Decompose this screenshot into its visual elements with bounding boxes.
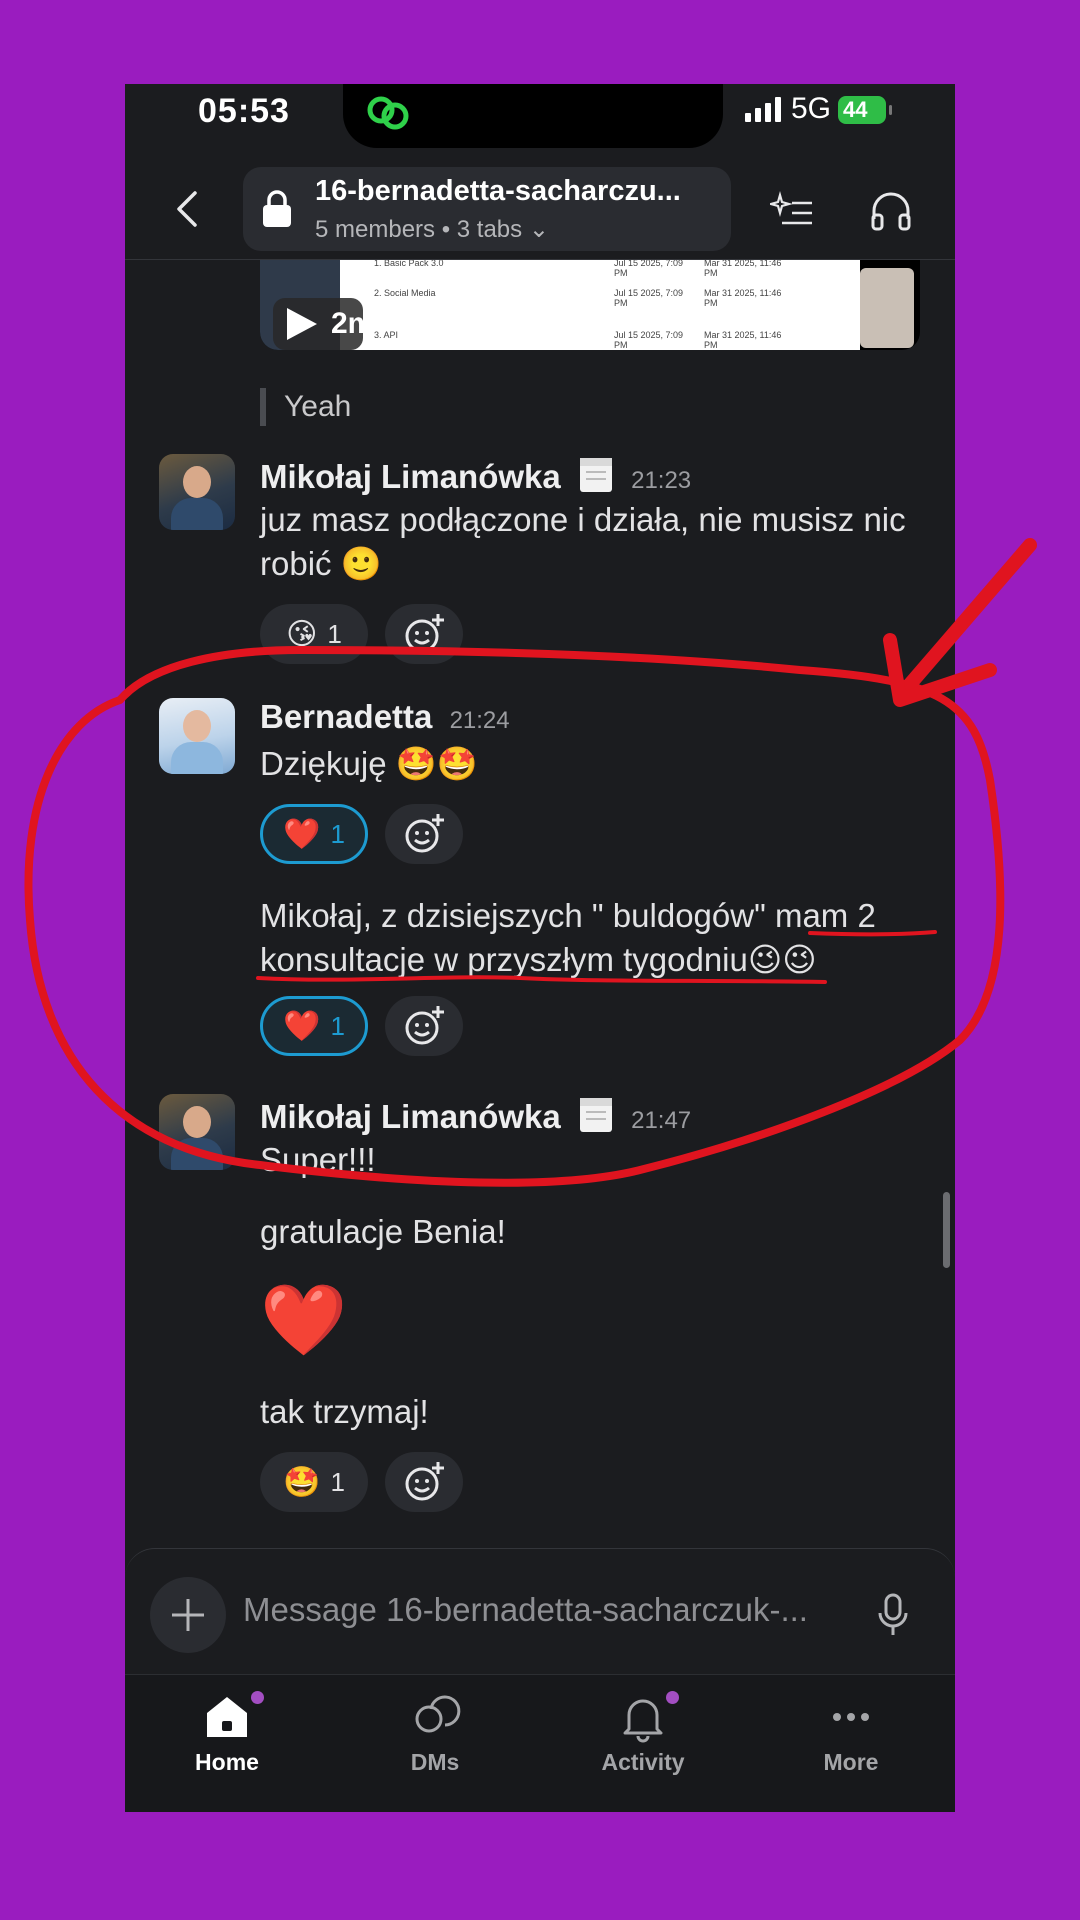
message-text: tak trzymaj! [260,1393,429,1430]
add-reaction-icon [405,1006,444,1045]
dms-icon [415,1695,461,1733]
channel-header: 16-bernadetta-sacharczu... 5 members • 3… [125,159,955,260]
author-name: Mikołaj Limanówka [260,458,561,495]
message-text: Super!!! [260,1141,376,1178]
file-row-modified: Mar 31 2025, 11:46 PM [704,330,782,350]
reaction-count: 1 [330,1010,345,1041]
message-author[interactable]: Mikołaj Limanówka 21:23 [260,454,691,496]
message-timestamp: 21:23 [631,467,692,494]
file-row-name: 3. API [374,330,399,340]
file-row-name: 2. Social Media [374,288,436,298]
status-time: 05:53 [198,92,290,130]
add-reaction-icon [405,614,444,653]
add-reaction-icon [405,814,444,853]
add-reaction-button[interactable] [385,996,463,1056]
message-composer: Message 16-bernadetta-sacharczuk-... [125,1548,955,1675]
add-reaction-button[interactable] [385,804,463,864]
calendar-icon [579,1098,612,1132]
tab-more[interactable]: More [771,1691,931,1776]
message-list[interactable]: 1. Basic Pack 3.0 Jul 15 2025, 7:09 PM M… [125,250,955,1550]
avatar[interactable] [159,698,235,774]
home-icon [207,1697,247,1737]
message-text: Dziękuję 🤩🤩 [260,745,478,782]
phone-screen: 05:53 5G 44 16-bernadetta-sacharczu... 5… [125,84,955,1812]
microphone-icon[interactable] [877,1593,909,1637]
battery-level: 44 [843,97,868,122]
message-timestamp: 21:47 [631,1107,692,1134]
file-row-created: Jul 15 2025, 7:09 PM [614,330,684,350]
reaction-emoji: 😘 [286,617,318,651]
link-app-icon [367,96,409,130]
channel-meta: 5 members • 3 tabs ⌄ [315,216,549,243]
status-bar: 05:53 5G 44 [125,84,955,154]
reaction-pill-active[interactable]: ❤️ 1 [260,996,368,1056]
network-type: 5G [791,92,832,125]
message-text: gratulacje Benia! [260,1213,506,1250]
message-text: juz masz podłączone i działa, nie musisz… [260,501,906,582]
unread-dot [666,1691,679,1704]
battery-icon: 44 [838,96,892,124]
unread-dot [251,1691,264,1704]
add-reaction-icon [405,1462,444,1501]
tab-home[interactable]: Home [147,1691,307,1776]
file-row-created: Jul 15 2025, 7:09 PM [614,258,684,278]
video-thumbnail [860,268,914,348]
message-author[interactable]: Bernadetta 21:24 [260,698,510,736]
file-row-modified: Mar 31 2025, 11:46 PM [704,258,782,278]
message-timestamp: 21:24 [449,707,510,734]
tab-label: Activity [601,1749,685,1775]
play-duration-button[interactable]: 2m [273,298,374,350]
tab-dms[interactable]: DMs [355,1691,515,1776]
headphones-icon[interactable] [869,189,913,233]
message-input[interactable]: Message 16-bernadetta-sacharczuk-... [243,1591,808,1629]
reaction-count: 1 [330,818,345,849]
channel-info-button[interactable]: 16-bernadetta-sacharczu... 5 members • 3… [243,167,731,251]
reaction-count: 1 [327,618,342,649]
reaction-count: 1 [330,1466,345,1497]
network-status: 5G [745,92,831,126]
quote-text: Yeah [284,390,352,423]
avatar[interactable] [159,454,235,530]
lock-icon [263,190,291,227]
back-icon[interactable] [173,189,203,229]
file-row-created: Jul 15 2025, 7:09 PM [614,288,684,308]
reaction-pill[interactable]: 🤩 1 [260,1452,368,1512]
video-duration: 2m [331,307,375,340]
avatar[interactable] [159,1094,235,1170]
add-reaction-button[interactable] [385,1452,463,1512]
reaction-emoji: ❤️ [283,817,321,851]
more-icon [833,1713,869,1721]
plus-icon [172,1599,204,1631]
reaction-emoji: 🤩 [283,1465,321,1499]
tab-label: DMs [410,1749,460,1775]
ai-summary-icon[interactable] [770,189,814,233]
tab-label: Home [195,1749,259,1775]
tab-activity[interactable]: Activity [563,1691,723,1776]
bell-icon [623,1699,663,1743]
quoted-reply: Yeah [260,388,351,426]
big-emoji-message: ❤️ [260,1281,348,1359]
file-row-modified: Mar 31 2025, 11:46 PM [704,288,782,308]
tab-bar: Home DMs Activity More [125,1674,955,1812]
attach-button[interactable] [150,1577,226,1653]
message-text: Mikołaj, z dzisiejszych " buldogów" mam … [260,897,876,978]
reaction-emoji: ❤️ [283,1009,321,1043]
author-name: Mikołaj Limanówka [260,1098,561,1135]
scrollbar[interactable] [943,1192,950,1268]
tab-label: More [823,1749,879,1775]
add-reaction-button[interactable] [385,604,463,664]
calendar-icon [579,458,612,492]
message-author[interactable]: Mikołaj Limanówka 21:47 [260,1094,691,1136]
attachment-screenshot: 1. Basic Pack 3.0 Jul 15 2025, 7:09 PM M… [340,250,860,350]
reaction-pill-active[interactable]: ❤️ 1 [260,804,368,864]
channel-name: 16-bernadetta-sacharczu... [315,175,681,207]
reaction-pill[interactable]: 😘 1 [260,604,368,664]
dynamic-island [343,84,723,148]
signal-icon [745,96,781,122]
author-name: Bernadetta [260,698,433,735]
